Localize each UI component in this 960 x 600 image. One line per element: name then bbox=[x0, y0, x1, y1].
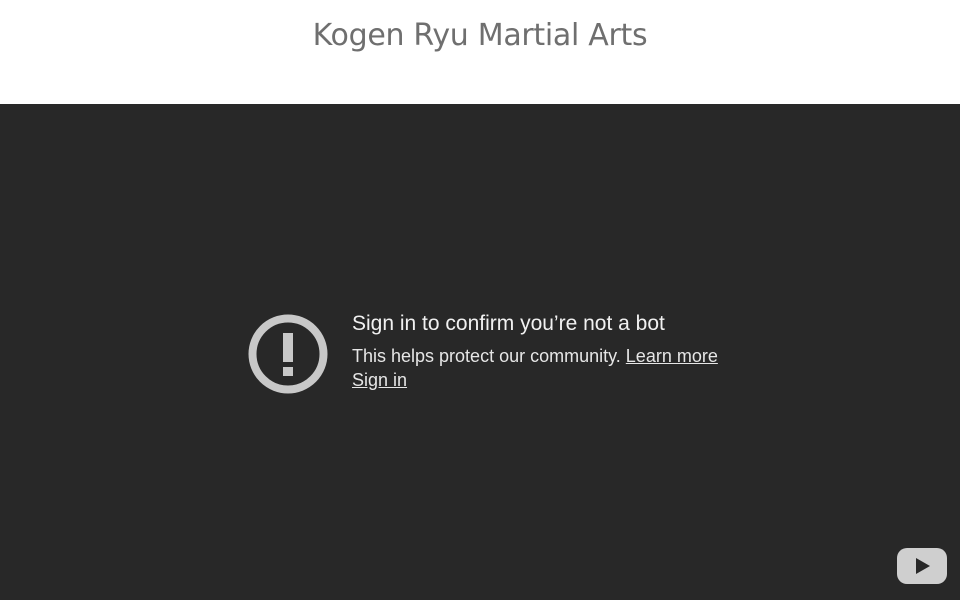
error-body: This helps protect our community. Learn … bbox=[352, 344, 772, 392]
youtube-logo-icon[interactable] bbox=[897, 548, 947, 584]
video-embed[interactable]: Sign in to confirm you’re not a bot This… bbox=[0, 104, 960, 600]
error-body-text: This helps protect our community. bbox=[352, 346, 621, 366]
learn-more-link[interactable]: Learn more bbox=[626, 346, 718, 366]
sign-in-link[interactable]: Sign in bbox=[352, 370, 407, 390]
error-heading: Sign in to confirm you’re not a bot bbox=[352, 312, 665, 335]
exclamation-circle-icon bbox=[248, 314, 328, 394]
error-message: Sign in to confirm you’re not a bot This… bbox=[352, 310, 772, 392]
site-title: Kogen Ryu Martial Arts bbox=[312, 18, 648, 53]
site-header: Kogen Ryu Martial Arts bbox=[0, 0, 960, 104]
